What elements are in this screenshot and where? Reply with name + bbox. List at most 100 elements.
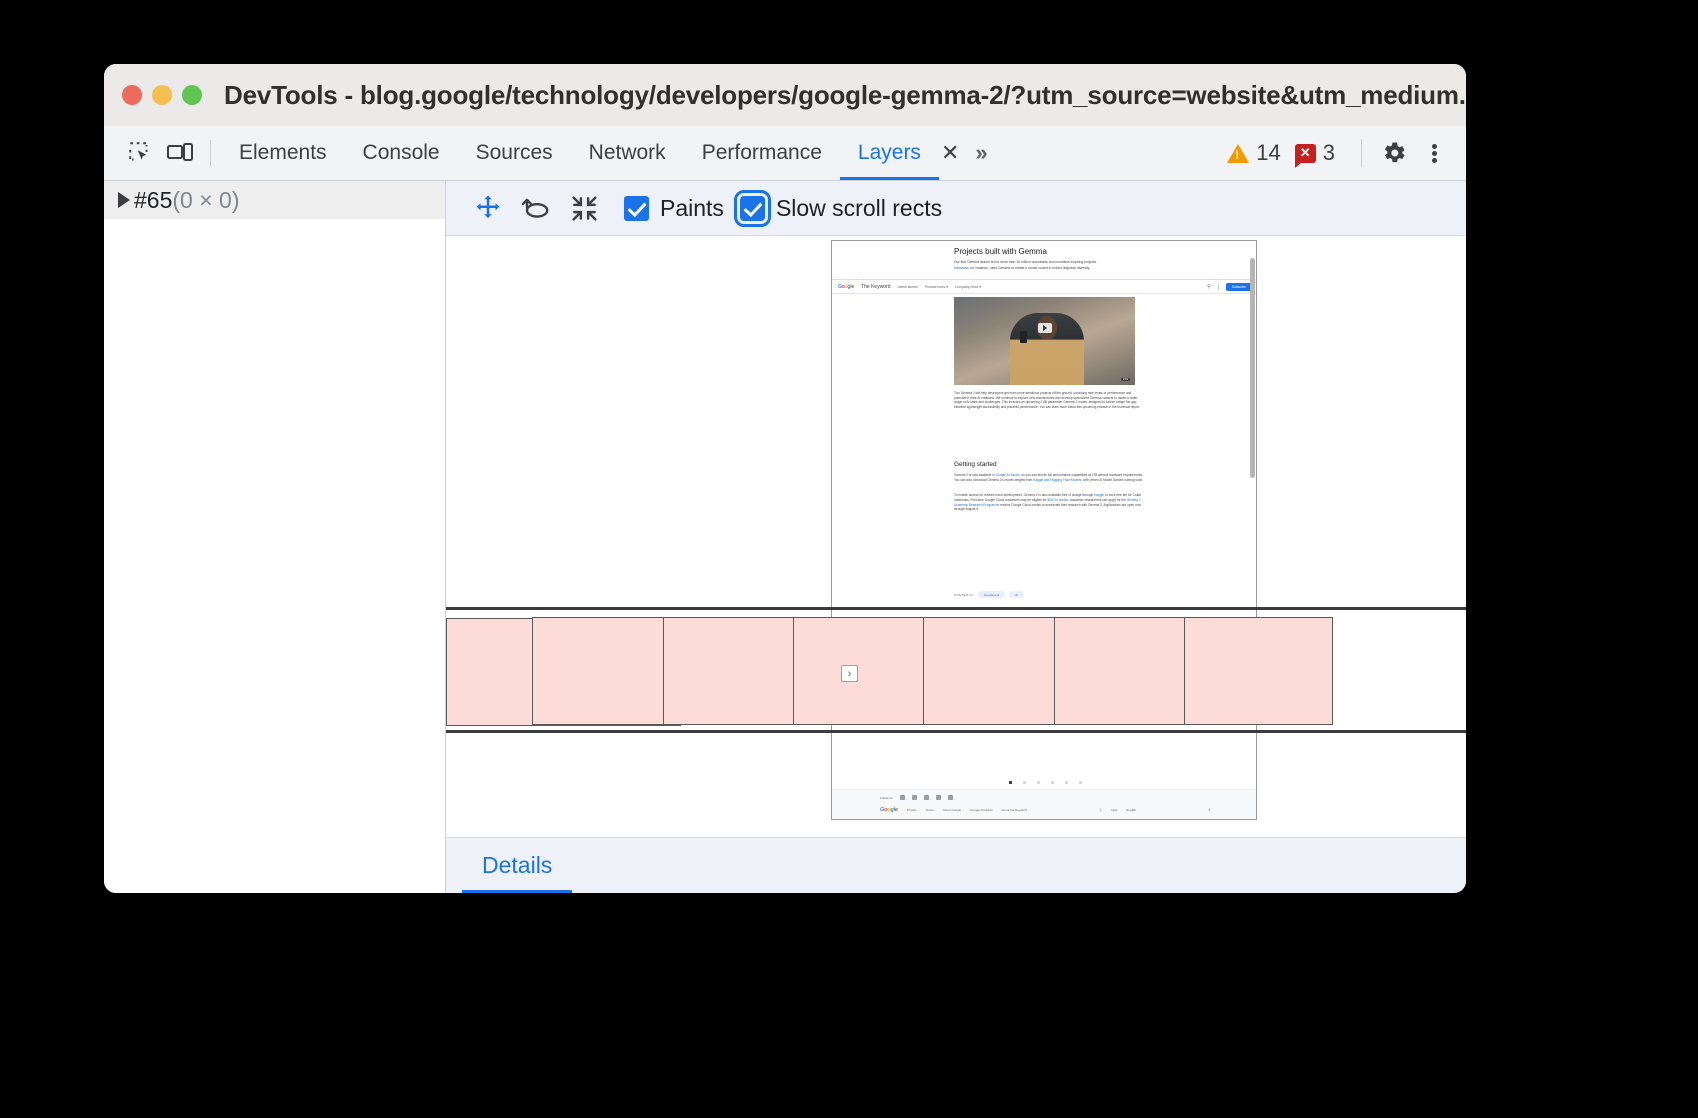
kebab-dot xyxy=(1432,144,1437,149)
nav-item-company-news[interactable]: Company news ▾ xyxy=(955,285,981,289)
paints-checkbox-label: Paints xyxy=(660,195,724,222)
linkedin-icon[interactable] xyxy=(948,795,953,800)
warnings-count: 14 xyxy=(1256,140,1280,166)
twitter-icon[interactable] xyxy=(912,795,917,800)
video-duration: 2:19 xyxy=(1121,378,1130,381)
smartphone xyxy=(1020,331,1027,343)
window-titlebar: DevTools - blog.google/technology/develo… xyxy=(104,64,1466,126)
device-toolbar-icon[interactable] xyxy=(160,133,200,173)
chevron-right-icon[interactable] xyxy=(118,192,130,208)
carousel-dots xyxy=(832,781,1257,784)
subscribe-button[interactable]: Subscribe xyxy=(1226,283,1252,291)
details-tab-strip: Details xyxy=(446,837,1466,893)
kebab-menu-icon[interactable] xyxy=(1414,133,1454,173)
carousel-dot[interactable] xyxy=(1023,781,1026,784)
footer-google-logo: Google xyxy=(880,807,898,813)
google-logo: Google xyxy=(838,284,854,290)
tab-details[interactable]: Details xyxy=(462,838,572,893)
kaggle-link[interactable]: Kaggle xyxy=(1033,478,1043,482)
search-icon[interactable]: ⚲ xyxy=(1207,284,1211,290)
posted-in-row: POSTED IN: Developers AI xyxy=(954,591,1024,598)
slow-scroll-rect-3 xyxy=(793,617,942,725)
pan-mode-button[interactable] xyxy=(464,186,512,230)
facebook-icon[interactable] xyxy=(936,795,941,800)
kaggle-link-2[interactable]: Kaggle xyxy=(1094,493,1104,497)
hero-video-thumbnail[interactable]: 2:19 xyxy=(954,297,1135,385)
tab-layers[interactable]: Layers xyxy=(840,126,939,180)
tab-network[interactable]: Network xyxy=(571,126,684,180)
slow-scroll-rects-checkbox-label: Slow scroll rects xyxy=(776,195,942,222)
layers-pane: Paints Slow scroll rects Projects built … xyxy=(446,181,1466,893)
warning-triangle-icon xyxy=(1227,144,1249,163)
footer-help-label[interactable]: Help xyxy=(1111,808,1117,812)
footer-link-terms[interactable]: Terms xyxy=(926,808,934,812)
warnings-counter[interactable]: 14 xyxy=(1227,140,1280,166)
tab-console[interactable]: Console xyxy=(345,126,458,180)
slow-scroll-rect-5 xyxy=(1054,617,1203,725)
zoom-window-button[interactable] xyxy=(182,85,202,105)
carousel-dot[interactable] xyxy=(1037,781,1040,784)
slow-scroll-rect-1 xyxy=(532,617,681,725)
nav-item-latest-stories[interactable]: Latest stories xyxy=(898,285,918,289)
footer-link-about-keyword[interactable]: About the Keyword xyxy=(1002,808,1027,812)
slow-scroll-rect-4 xyxy=(923,617,1072,725)
article-heading: Projects built with Gemma xyxy=(954,247,1256,256)
carousel-dot[interactable] xyxy=(1079,781,1082,784)
layer-id-label: #65 xyxy=(134,187,172,214)
more-tabs-icon[interactable]: » xyxy=(965,140,995,166)
tab-sources[interactable]: Sources xyxy=(458,126,571,180)
footer-language-label[interactable]: English xyxy=(1126,808,1136,812)
site-brand-label: The Keyword xyxy=(861,284,890,290)
instagram-icon[interactable] xyxy=(900,795,905,800)
tab-elements[interactable]: Elements xyxy=(221,126,345,180)
page-layer-preview: Projects built with Gemma Our first Gemm… xyxy=(831,240,1257,820)
devtools-tabbar: Elements Console Sources Network Perform… xyxy=(104,126,1466,181)
researchers-paragraph: To enable access for research and develo… xyxy=(954,493,1144,512)
tag-developers[interactable]: Developers xyxy=(978,591,1005,598)
article-intro-line-2-rest: , for instance, used Gemma to create a m… xyxy=(969,266,1091,270)
layers-3d-viewport[interactable]: Projects built with Gemma Our first Gemm… xyxy=(446,236,1466,837)
slow-scroll-rects-checkbox[interactable]: Slow scroll rects xyxy=(740,195,942,222)
footer-links-row: Google Privacy Terms About Google Google… xyxy=(880,807,1210,813)
tag-ai[interactable]: AI xyxy=(1009,591,1024,598)
errors-counter[interactable]: ✕ 3 xyxy=(1295,140,1335,166)
tab-performance[interactable]: Performance xyxy=(684,126,840,180)
article-intro-line-2: Navarasa, for instance, used Gemma to cr… xyxy=(954,266,1144,271)
article-body-paragraph: Two Gemma 2 will help developers get eve… xyxy=(954,391,1144,410)
layers-toolbar: Paints Slow scroll rects xyxy=(446,181,1466,236)
gear-icon[interactable] xyxy=(1374,133,1414,173)
footer-link-privacy[interactable]: Privacy xyxy=(907,808,917,812)
carousel-dot[interactable] xyxy=(1009,781,1012,784)
help-icon[interactable]: ⓘ xyxy=(1099,808,1102,812)
nav-divider xyxy=(1218,283,1219,290)
kebab-dot xyxy=(1432,151,1437,156)
play-button-icon[interactable] xyxy=(1038,323,1052,333)
rotate-mode-button[interactable] xyxy=(512,186,560,230)
checkbox-checked-icon xyxy=(624,196,649,221)
page-footer: Follow us Google Privacy Terms About Goo… xyxy=(832,789,1257,820)
hf-link[interactable]: and Hugging Face Models xyxy=(1044,478,1081,482)
ai-studio-link[interactable]: Google AI Studio xyxy=(996,473,1020,477)
chevron-down-icon[interactable]: ▾ xyxy=(1209,808,1211,812)
minimize-window-button[interactable] xyxy=(152,85,172,105)
carousel-next-button[interactable]: › xyxy=(841,665,858,682)
follow-us-row: Follow us xyxy=(880,795,1210,800)
reset-transform-button[interactable] xyxy=(560,186,608,230)
page-scrollbar-thumb[interactable] xyxy=(1250,258,1255,478)
inspect-element-icon[interactable] xyxy=(120,133,160,173)
close-window-button[interactable] xyxy=(122,85,142,105)
carousel-dot[interactable] xyxy=(1051,781,1054,784)
carousel-dot[interactable] xyxy=(1065,781,1068,784)
slow-scroll-rect-2 xyxy=(663,617,812,725)
close-tab-icon[interactable]: ✕ xyxy=(939,126,965,180)
credits-link[interactable]: $300 in credits xyxy=(1047,498,1068,502)
layer-tree-row-root[interactable]: #65 (0 × 0) xyxy=(104,181,445,219)
article-intro-line-1: Our first Gemma launch led to more than … xyxy=(954,260,1144,265)
youtube-icon[interactable] xyxy=(924,795,929,800)
paints-checkbox[interactable]: Paints xyxy=(624,195,724,222)
footer-link-google-products[interactable]: Google Products xyxy=(970,808,992,812)
getting-started-heading: Getting started xyxy=(954,461,997,468)
footer-link-about-google[interactable]: About Google xyxy=(943,808,961,812)
nav-item-product-news[interactable]: Product news ▾ xyxy=(925,285,948,289)
navarasa-link[interactable]: Navarasa xyxy=(954,266,969,270)
